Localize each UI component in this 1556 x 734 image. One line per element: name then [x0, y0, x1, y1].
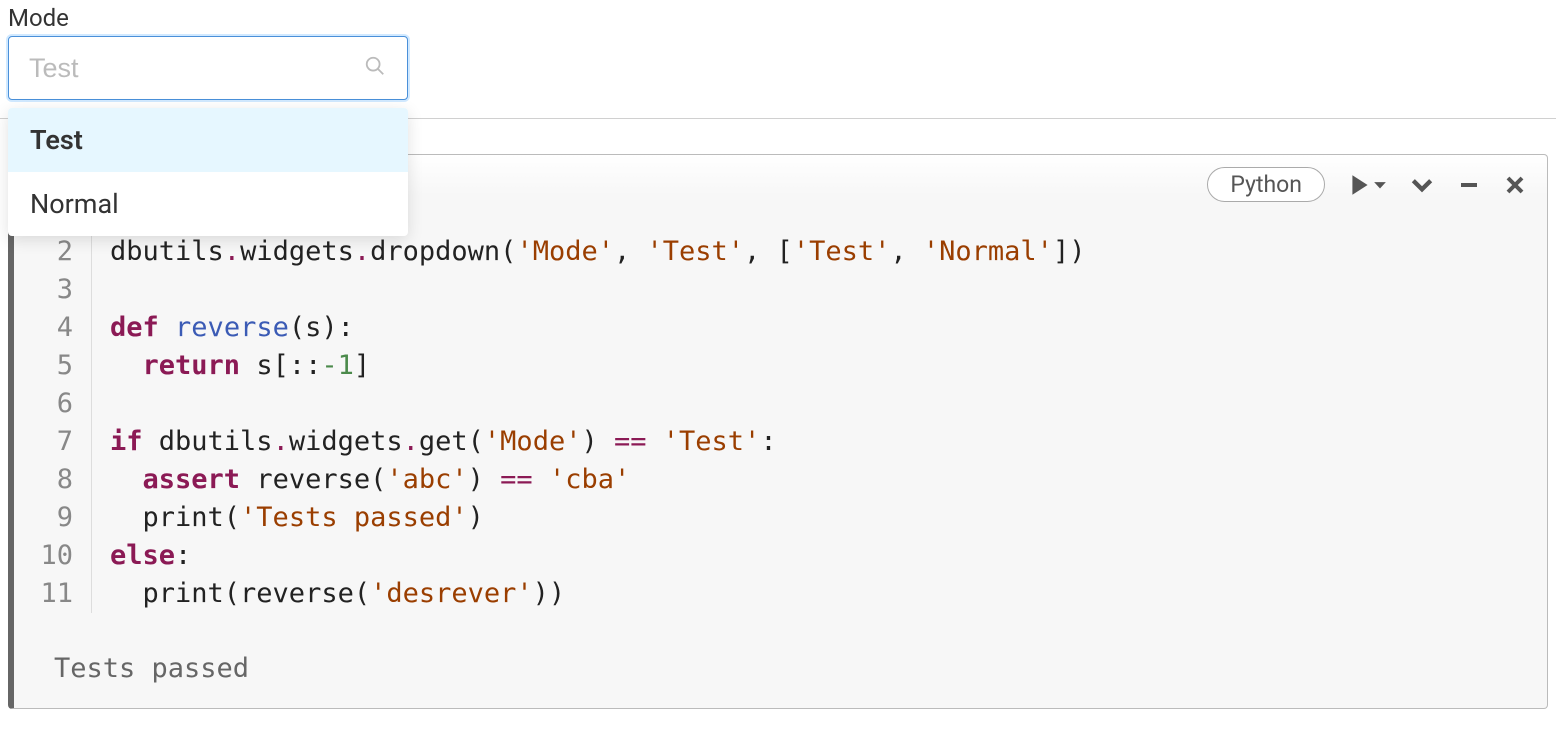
line-gutter: 234567891011 [14, 233, 92, 613]
mode-input[interactable] [29, 53, 357, 84]
widget-label: Mode [8, 4, 1548, 32]
cell-toolbar: Python [1207, 167, 1527, 202]
cell-output: Tests passed [14, 613, 1547, 708]
close-icon[interactable] [1503, 173, 1527, 197]
code-cell: Python 234567891011 dbutils.widgets.drop… [8, 154, 1548, 709]
dropdown-option-normal[interactable]: Normal [8, 172, 408, 236]
minimize-icon[interactable] [1457, 173, 1481, 197]
mode-dropdown: Test Normal [8, 108, 408, 236]
widget-panel: Mode Test Normal [0, 0, 1556, 118]
chevron-down-icon[interactable] [1409, 172, 1435, 198]
mode-combobox-wrapper: Test Normal [8, 36, 408, 100]
run-icon[interactable] [1347, 172, 1387, 198]
mode-combobox[interactable] [8, 36, 408, 100]
code-content[interactable]: dbutils.widgets.dropdown('Mode', 'Test',… [92, 233, 1547, 613]
search-icon [364, 55, 386, 81]
dropdown-option-test[interactable]: Test [8, 108, 408, 172]
language-badge[interactable]: Python [1207, 167, 1325, 202]
